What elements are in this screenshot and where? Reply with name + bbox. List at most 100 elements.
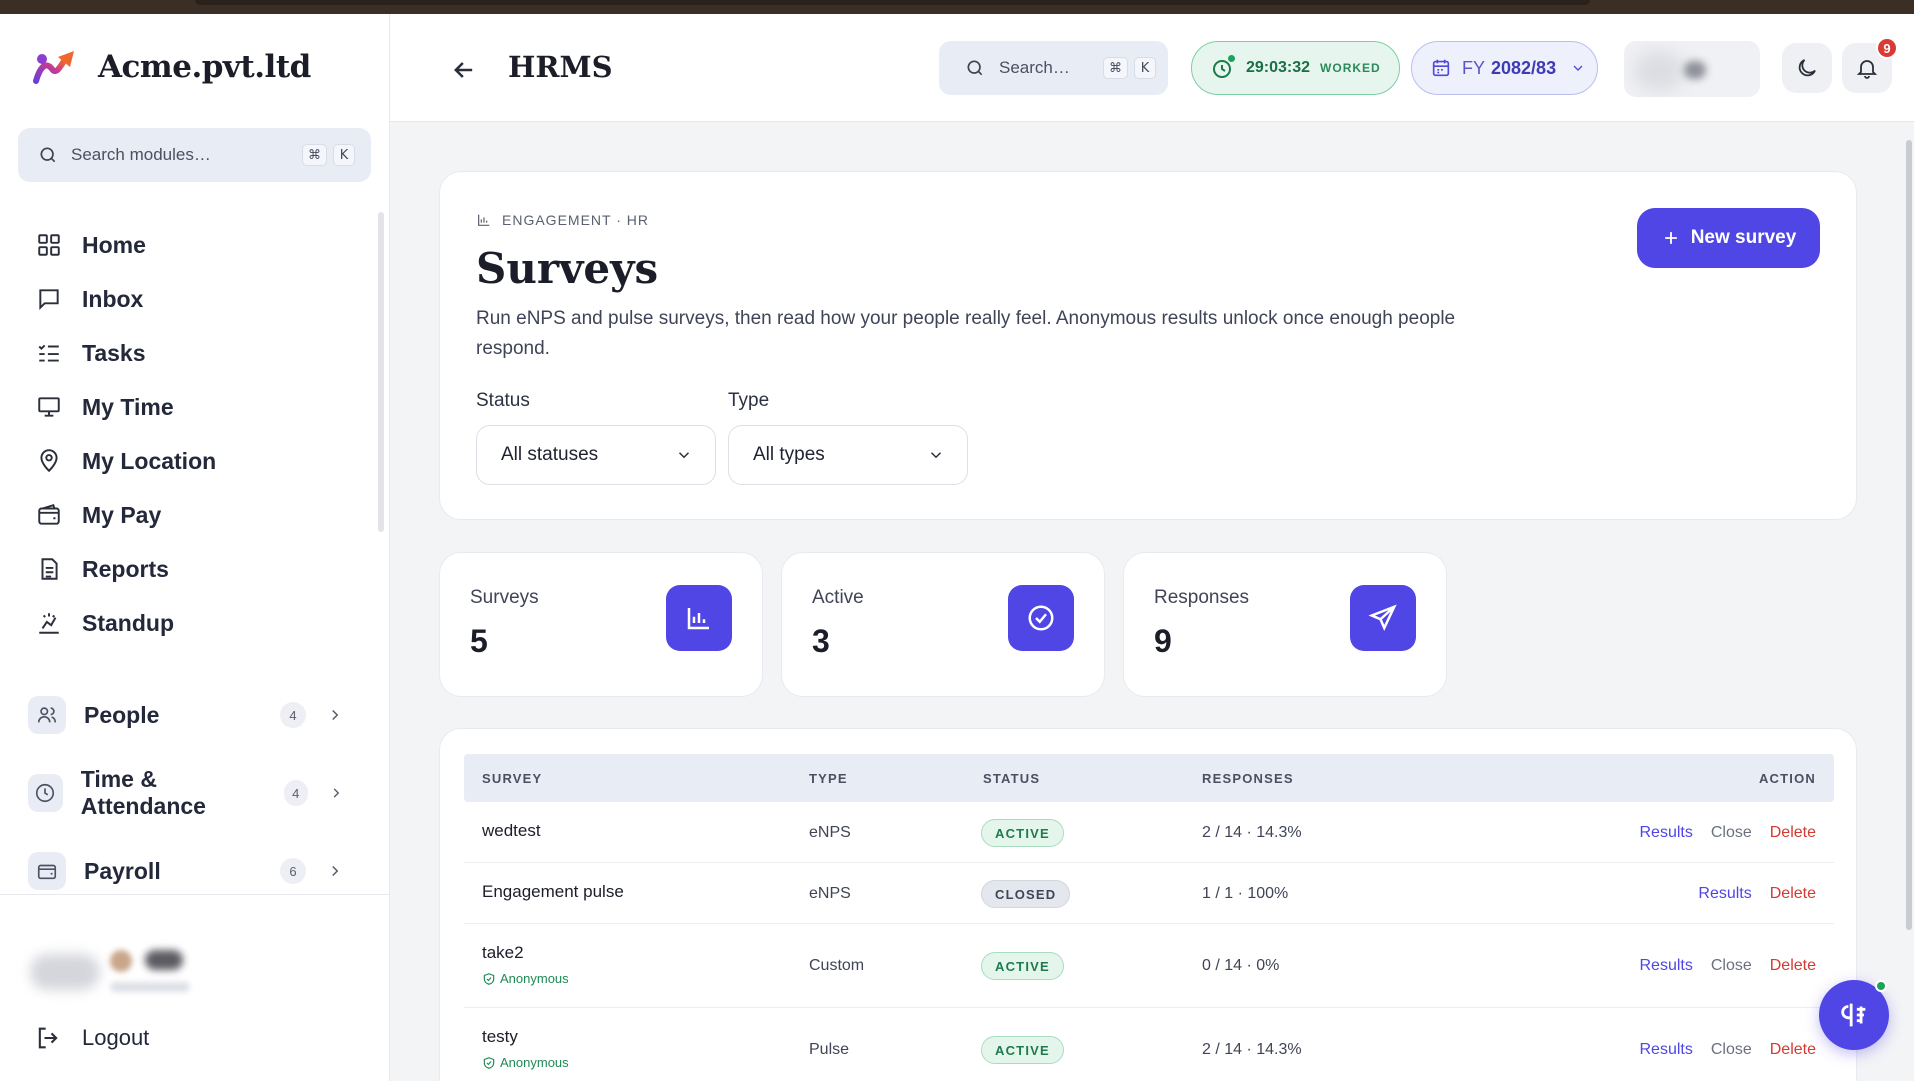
page-description: Run eNPS and pulse surveys, then read ho… — [476, 308, 1456, 359]
sidebar-group-payroll[interactable]: Payroll 6 — [28, 844, 358, 898]
status-badge: ACTIVE — [981, 1036, 1064, 1064]
stat-card-active: Active 3 — [781, 552, 1105, 697]
stat-card-surveys: Surveys 5 — [439, 552, 763, 697]
sidebar-item-label: My Location — [82, 447, 217, 474]
table-row[interactable]: Engagement pulse eNPS CLOSED 1 / 1 · 100… — [464, 863, 1834, 924]
logout-icon — [38, 1027, 58, 1049]
delete-link[interactable]: Delete — [1770, 824, 1816, 842]
sidebar-item-label: Tasks — [82, 339, 146, 366]
results-link[interactable]: Results — [1639, 824, 1692, 842]
survey-type: Pulse — [809, 1041, 850, 1058]
message-icon — [39, 289, 59, 311]
page-eyebrow: ENGAGEMENT · HR — [476, 212, 649, 228]
surveys-intro-card: ENGAGEMENT · HR Surveys Run eNPS and pul… — [439, 171, 1857, 520]
survey-name[interactable]: Engagement pulse — [482, 882, 624, 902]
anonymous-label: Anonymous — [500, 971, 569, 986]
main-scrollbar[interactable] — [1906, 140, 1912, 930]
stat-value: 9 — [1154, 623, 1172, 659]
online-status-dot — [1875, 980, 1887, 992]
worked-timer[interactable]: 29:03:32 WORKED — [1191, 41, 1400, 95]
sidebar-item-inbox[interactable]: Inbox — [26, 272, 366, 326]
calendar-icon — [1432, 59, 1450, 77]
send-icon — [1350, 585, 1416, 651]
sidebar-item-home[interactable]: Home — [26, 218, 366, 272]
notifications-button[interactable]: 9 — [1842, 37, 1898, 93]
file-text-icon — [41, 558, 58, 580]
survey-responses: 2 / 14 · 14.3% — [1202, 1041, 1302, 1058]
delete-link[interactable]: Delete — [1770, 957, 1816, 975]
row-actions: Results Close Delete — [1639, 957, 1816, 975]
shortcut-k-key: K — [333, 144, 355, 166]
results-link[interactable]: Results — [1698, 885, 1751, 903]
close-link[interactable]: Close — [1711, 1041, 1752, 1059]
survey-type: eNPS — [809, 824, 851, 841]
results-link[interactable]: Results — [1639, 957, 1692, 975]
delete-link[interactable]: Delete — [1770, 1041, 1816, 1059]
sidebar-item-reports[interactable]: Reports — [26, 542, 366, 596]
table-row[interactable]: testy Anonymous Pulse ACTIVE 2 / 14 · 14… — [464, 1008, 1834, 1081]
assistant-fab-button[interactable] — [1819, 980, 1889, 1050]
column-header-responses[interactable]: RESPONSES — [1202, 771, 1294, 786]
user-profile-blurred[interactable] — [30, 944, 190, 1000]
moon-icon — [1798, 59, 1816, 77]
close-link[interactable]: Close — [1711, 824, 1752, 842]
wallet-icon — [38, 504, 60, 525]
map-pin-icon — [40, 449, 58, 473]
anonymous-label: Anonymous — [500, 1055, 569, 1070]
browser-top-strip — [0, 0, 1914, 14]
sidebar: Acme.pvt.ltd Search modules… ⌘ K Home In… — [0, 14, 390, 1081]
logout-button[interactable]: Logout — [34, 1024, 149, 1052]
clock-icon — [28, 774, 63, 812]
table-row[interactable]: wedtest eNPS ACTIVE 2 / 14 · 14.3% Resul… — [464, 802, 1834, 863]
fiscal-year-value: 2082/83 — [1491, 57, 1557, 78]
shortcut-cmd-key: ⌘ — [1103, 57, 1128, 79]
sidebar-item-label: Standup — [82, 609, 174, 636]
sidebar-divider — [0, 894, 390, 895]
user-avatar-blurred[interactable] — [1624, 41, 1760, 97]
standup-icon — [39, 613, 59, 634]
top-header: HRMS Search… ⌘ K 29:03:32 WORKED FY 2082… — [390, 14, 1914, 122]
shield-check-icon — [483, 972, 495, 985]
stat-value: 3 — [812, 623, 830, 659]
fiscal-year-select[interactable]: FY 2082/83 — [1411, 41, 1598, 95]
sidebar-item-standup[interactable]: Standup — [26, 596, 366, 650]
timer-icon — [1210, 54, 1236, 80]
stat-label: Surveys — [470, 587, 539, 608]
close-link[interactable]: Close — [1711, 957, 1752, 975]
sidebar-item-label: Inbox — [82, 285, 144, 312]
column-header-survey[interactable]: SURVEY — [482, 771, 542, 786]
survey-name[interactable]: wedtest — [482, 821, 541, 841]
module-search-input[interactable]: Search modules… ⌘ K — [18, 128, 371, 182]
sidebar-item-tasks[interactable]: Tasks — [26, 326, 366, 380]
column-header-status[interactable]: STATUS — [983, 771, 1040, 786]
column-header-type[interactable]: TYPE — [809, 771, 848, 786]
sidebar-item-my-pay[interactable]: My Pay — [26, 488, 366, 542]
logo-mark-icon — [33, 51, 74, 84]
sidebar-scrollbar[interactable] — [378, 212, 384, 532]
sidebar-group-time-attendance[interactable]: Time & Attendance 4 — [28, 766, 358, 820]
survey-responses: 1 / 1 · 100% — [1202, 885, 1289, 902]
survey-type: eNPS — [809, 885, 851, 902]
status-filter-select[interactable]: All statuses — [476, 425, 716, 485]
results-link[interactable]: Results — [1639, 1041, 1692, 1059]
back-button[interactable] — [450, 56, 478, 84]
anonymous-tag: Anonymous — [482, 971, 569, 986]
bar-chart-icon — [666, 585, 732, 651]
table-row[interactable]: take2 Anonymous Custom ACTIVE 0 / 14 · 0… — [464, 924, 1834, 1008]
sidebar-group-people[interactable]: People 4 — [28, 688, 358, 742]
new-survey-button[interactable]: New survey — [1637, 208, 1820, 268]
row-actions: Results Delete — [1698, 885, 1816, 903]
sidebar-item-my-location[interactable]: My Location — [26, 434, 366, 488]
delete-link[interactable]: Delete — [1770, 885, 1816, 903]
sidebar-group-count: 4 — [283, 780, 308, 806]
type-filter-select[interactable]: All types — [728, 425, 968, 485]
app-logo[interactable]: Acme.pvt.ltd — [30, 47, 311, 87]
survey-name[interactable]: testy — [482, 1027, 518, 1047]
list-check-icon — [38, 344, 59, 362]
status-badge: CLOSED — [981, 880, 1071, 908]
shortcut-cmd-key: ⌘ — [302, 144, 327, 166]
sidebar-item-my-time[interactable]: My Time — [26, 380, 366, 434]
survey-name[interactable]: take2 — [482, 943, 524, 963]
theme-toggle-button[interactable] — [1782, 43, 1832, 93]
global-search-input[interactable]: Search… ⌘ K — [939, 41, 1168, 95]
